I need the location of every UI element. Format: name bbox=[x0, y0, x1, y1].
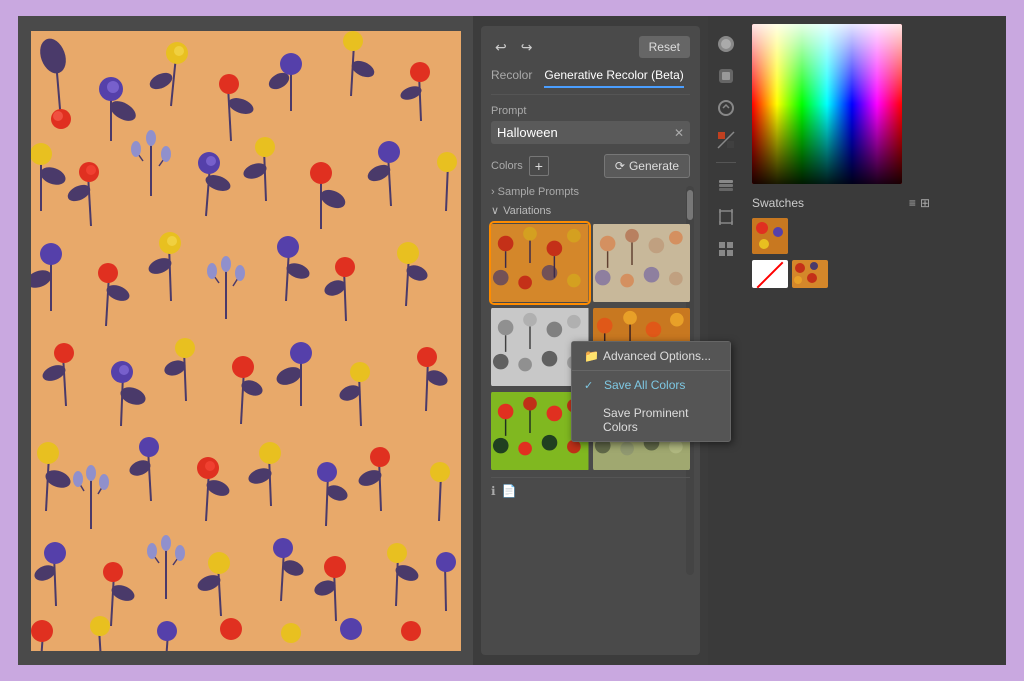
add-color-button[interactable]: + bbox=[529, 156, 549, 176]
variations-section-header[interactable]: ∨ Variations bbox=[491, 204, 690, 217]
info-button[interactable]: ℹ bbox=[491, 484, 496, 498]
generate-button[interactable]: ⟳ Generate bbox=[604, 154, 690, 178]
save-all-colors-item[interactable]: ✓ Save All Colors bbox=[572, 371, 730, 399]
right-panel: Swatches ≡ ⊞ bbox=[708, 16, 938, 665]
recolor-panel: ↩ ↪ Reset Recolor Generative Recolor (Be… bbox=[481, 26, 700, 655]
dropdown-menu: 📁 Advanced Options... ✓ Save All Colors … bbox=[571, 341, 731, 442]
sample-prompts-arrow: › bbox=[491, 186, 495, 198]
toolbar-left: ↩ ↪ bbox=[491, 37, 536, 58]
generate-label: Generate bbox=[629, 159, 679, 173]
tool-paintbucket-icon[interactable] bbox=[714, 96, 738, 120]
prompt-input-row: ✕ bbox=[491, 121, 690, 144]
folder-icon: 📁 bbox=[584, 349, 599, 363]
main-container: ↩ ↪ Reset Recolor Generative Recolor (Be… bbox=[18, 16, 1006, 665]
redo-button[interactable]: ↪ bbox=[517, 37, 537, 58]
variation-thumb-1[interactable] bbox=[491, 223, 589, 303]
color-picker-area: Swatches ≡ ⊞ bbox=[744, 16, 938, 665]
canvas-area bbox=[18, 16, 473, 665]
save-prominent-colors-item[interactable]: Save Prominent Colors bbox=[572, 399, 730, 441]
swatches-icons: ≡ ⊞ bbox=[909, 196, 930, 210]
swatch-item-crossed[interactable] bbox=[752, 260, 788, 288]
tool-swap-icon[interactable] bbox=[714, 128, 738, 152]
document-button[interactable]: 📄 bbox=[502, 484, 517, 498]
sample-prompts-label: Sample Prompts bbox=[498, 186, 579, 198]
right-main: Swatches ≡ ⊞ bbox=[708, 16, 938, 665]
scroll-thumb bbox=[687, 190, 693, 220]
middle-panel: ↩ ↪ Reset Recolor Generative Recolor (Be… bbox=[473, 16, 708, 665]
generate-icon: ⟳ bbox=[615, 159, 625, 173]
advanced-options-item[interactable]: 📁 Advanced Options... bbox=[572, 342, 730, 371]
variations-label: Variations bbox=[503, 205, 551, 217]
swatches-menu-button[interactable]: ≡ bbox=[909, 196, 916, 210]
tool-select-icon[interactable] bbox=[714, 32, 738, 56]
panel-tabs: Recolor Generative Recolor (Beta) bbox=[491, 68, 690, 95]
save-prominent-label: Save Prominent Colors bbox=[603, 406, 718, 434]
prompt-label: Prompt bbox=[491, 105, 690, 117]
tab-generative-recolor[interactable]: Generative Recolor (Beta) bbox=[544, 68, 683, 88]
swatches-panel: Swatches ≡ ⊞ bbox=[744, 188, 938, 665]
save-all-label: Save All Colors bbox=[604, 378, 685, 392]
swatch-main-item[interactable] bbox=[752, 218, 788, 254]
checkmark-icon: ✓ bbox=[584, 379, 598, 392]
swatches-header: Swatches ≡ ⊞ bbox=[752, 196, 930, 210]
swatches-grid-button[interactable]: ⊞ bbox=[920, 196, 930, 210]
colors-row: Colors + ⟳ Generate bbox=[491, 154, 690, 178]
advanced-options-label: Advanced Options... bbox=[603, 349, 711, 363]
prompt-input[interactable] bbox=[497, 125, 674, 140]
tool-layers-icon[interactable] bbox=[714, 173, 738, 197]
tool-grid-icon[interactable] bbox=[714, 237, 738, 261]
colors-label: Colors bbox=[491, 160, 523, 172]
floral-pattern-svg bbox=[31, 31, 461, 651]
reset-button[interactable]: Reset bbox=[639, 36, 690, 58]
swatch-row bbox=[752, 260, 930, 288]
tool-artboard-icon[interactable] bbox=[714, 205, 738, 229]
undo-button[interactable]: ↩ bbox=[491, 37, 511, 58]
swatches-title: Swatches bbox=[752, 196, 804, 210]
sample-prompts-section[interactable]: › Sample Prompts bbox=[491, 186, 690, 198]
tab-recolor[interactable]: Recolor bbox=[491, 68, 532, 88]
swatch-item-pattern[interactable] bbox=[792, 260, 828, 288]
clear-prompt-button[interactable]: ✕ bbox=[674, 126, 684, 140]
floral-canvas bbox=[31, 31, 461, 651]
variations-arrow: ∨ bbox=[491, 204, 499, 217]
color-picker-box[interactable] bbox=[752, 24, 902, 184]
panel-toolbar: ↩ ↪ Reset bbox=[491, 36, 690, 58]
tool-eyedropper-icon[interactable] bbox=[714, 64, 738, 88]
variation-thumb-2[interactable] bbox=[593, 223, 691, 303]
panel-bottom-bar: ℹ 📄 bbox=[491, 477, 690, 500]
